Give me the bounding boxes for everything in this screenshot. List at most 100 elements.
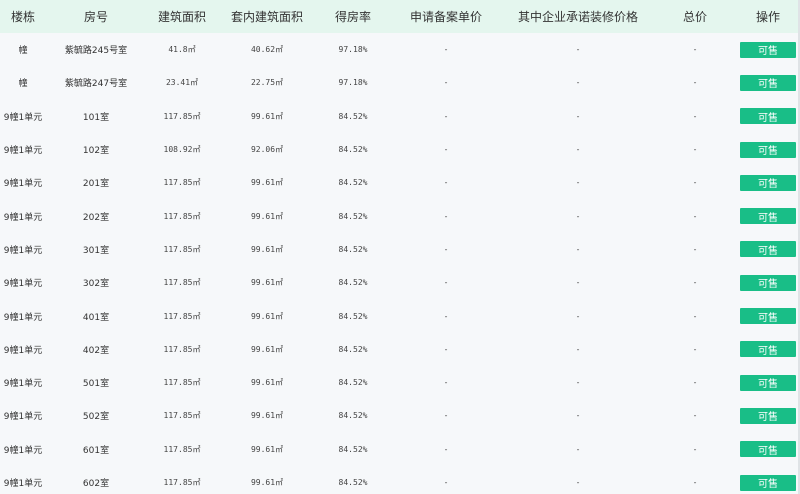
table-row: 9幢1单元 401室 117.85㎡ 99.61㎡ 84.52% - - - 可售 (0, 299, 800, 332)
decor-price-cell: - (575, 478, 581, 487)
available-status-button[interactable]: 可售 (740, 241, 796, 258)
inner-area-cell: 22.75㎡ (250, 78, 284, 88)
unit-price-cell: - (443, 111, 449, 121)
building-cell: 9幢1单元 (3, 445, 43, 456)
room-cell: 301室 (82, 245, 110, 256)
total-cell: - (692, 478, 698, 487)
room-cell: 紫毓路245号室 (64, 46, 128, 57)
total-cell: - (692, 211, 698, 221)
available-status-button[interactable]: 可售 (740, 41, 796, 58)
available-status-button[interactable]: 可售 (740, 208, 796, 225)
total-cell: - (692, 145, 698, 155)
building-cell: 幢 (18, 46, 28, 57)
ratio-cell: 84.52% (338, 344, 368, 354)
available-status-button[interactable]: 可售 (740, 374, 796, 391)
total-cell: - (692, 78, 698, 88)
ratio-cell: 84.52% (338, 444, 368, 454)
room-cell: 402室 (82, 345, 110, 356)
header-unit-price: 申请备案单价 (409, 10, 482, 24)
available-status-button[interactable]: 可售 (740, 441, 796, 458)
decor-price-cell: - (575, 244, 581, 254)
unit-price-cell: - (443, 411, 449, 421)
action-cell: 可售 (736, 41, 800, 58)
ratio-cell: 84.52% (338, 211, 368, 221)
inner-area-cell: 99.61㎡ (250, 244, 284, 254)
action-cell: 可售 (736, 274, 800, 291)
ratio-cell: 84.52% (338, 145, 368, 155)
unit-price-cell: - (443, 278, 449, 288)
inner-area-cell: 99.61㎡ (250, 178, 284, 188)
header-room: 房号 (83, 10, 108, 24)
area-cell: 117.85㎡ (163, 178, 201, 188)
area-cell: 117.85㎡ (163, 211, 201, 221)
table-row: 9幢1单元 502室 117.85㎡ 99.61㎡ 84.52% - - - 可售 (0, 399, 800, 432)
available-status-button[interactable]: 可售 (740, 407, 796, 424)
total-cell: - (692, 378, 698, 388)
room-cell: 601室 (82, 445, 110, 456)
room-cell: 101室 (82, 112, 110, 123)
inner-area-cell: 99.61㎡ (250, 444, 284, 454)
decor-price-cell: - (575, 278, 581, 288)
action-cell: 可售 (736, 141, 800, 158)
room-cell: 401室 (82, 312, 110, 323)
ratio-cell: 84.52% (338, 111, 368, 121)
area-cell: 117.85㎡ (163, 478, 201, 487)
action-cell: 可售 (736, 441, 800, 458)
table-row: 幢 紫毓路247号室 23.41㎡ 22.75㎡ 97.18% - - - 可售 (0, 66, 800, 99)
available-status-button[interactable]: 可售 (740, 108, 796, 125)
unit-price-cell: - (443, 45, 449, 55)
header-total: 总价 (682, 10, 707, 24)
building-cell: 9幢1单元 (3, 212, 43, 223)
available-status-button[interactable]: 可售 (740, 341, 796, 358)
available-status-button[interactable]: 可售 (740, 141, 796, 158)
header-action: 操作 (755, 10, 780, 24)
room-cell: 502室 (82, 412, 110, 423)
action-cell: 可售 (736, 407, 800, 424)
building-cell: 9幢1单元 (3, 112, 43, 123)
inner-area-cell: 99.61㎡ (250, 111, 284, 121)
area-cell: 117.85㎡ (163, 278, 201, 288)
room-cell: 602室 (82, 479, 110, 489)
inner-area-cell: 99.61㎡ (250, 478, 284, 487)
unit-price-cell: - (443, 378, 449, 388)
available-status-button[interactable]: 可售 (740, 308, 796, 325)
available-status-button[interactable]: 可售 (740, 474, 796, 491)
table-row: 9幢1单元 301室 117.85㎡ 99.61㎡ 84.52% - - - 可售 (0, 233, 800, 266)
decor-price-cell: - (575, 311, 581, 321)
total-cell: - (692, 244, 698, 254)
decor-price-cell: - (575, 344, 581, 354)
building-cell: 幢 (18, 79, 28, 90)
building-cell: 9幢1单元 (3, 179, 43, 190)
table-row: 9幢1单元 402室 117.85㎡ 99.61㎡ 84.52% - - - 可售 (0, 333, 800, 366)
table-row: 9幢1单元 201室 117.85㎡ 99.61㎡ 84.52% - - - 可售 (0, 166, 800, 199)
header-inner-area: 套内建筑面积 (230, 10, 303, 24)
area-cell: 117.85㎡ (163, 444, 201, 454)
building-cell: 9幢1单元 (3, 312, 43, 323)
header-area: 建筑面积 (157, 10, 206, 24)
ratio-cell: 84.52% (338, 411, 368, 421)
table-row: 9幢1单元 101室 117.85㎡ 99.61㎡ 84.52% - - - 可售 (0, 100, 800, 133)
header-building: 楼栋 (10, 10, 35, 24)
area-cell: 117.85㎡ (163, 111, 201, 121)
room-cell: 201室 (82, 179, 110, 190)
total-cell: - (692, 311, 698, 321)
unit-price-cell: - (443, 178, 449, 188)
available-status-button[interactable]: 可售 (740, 174, 796, 191)
decor-price-cell: - (575, 411, 581, 421)
table-row: 9幢1单元 302室 117.85㎡ 99.61㎡ 84.52% - - - 可售 (0, 266, 800, 299)
unit-price-cell: - (443, 478, 449, 487)
inner-area-cell: 99.61㎡ (250, 411, 284, 421)
decor-price-cell: - (575, 378, 581, 388)
inner-area-cell: 99.61㎡ (250, 344, 284, 354)
inner-area-cell: 92.06㎡ (250, 145, 284, 155)
table-row: 9幢1单元 202室 117.85㎡ 99.61㎡ 84.52% - - - 可售 (0, 199, 800, 232)
area-cell: 117.85㎡ (163, 311, 201, 321)
ratio-cell: 84.52% (338, 311, 368, 321)
building-cell: 9幢1单元 (3, 412, 43, 423)
unit-price-cell: - (443, 344, 449, 354)
action-cell: 可售 (736, 208, 800, 225)
area-cell: 117.85㎡ (163, 344, 201, 354)
available-status-button[interactable]: 可售 (740, 274, 796, 291)
available-status-button[interactable]: 可售 (740, 74, 796, 91)
room-cell: 紫毓路247号室 (64, 79, 128, 90)
